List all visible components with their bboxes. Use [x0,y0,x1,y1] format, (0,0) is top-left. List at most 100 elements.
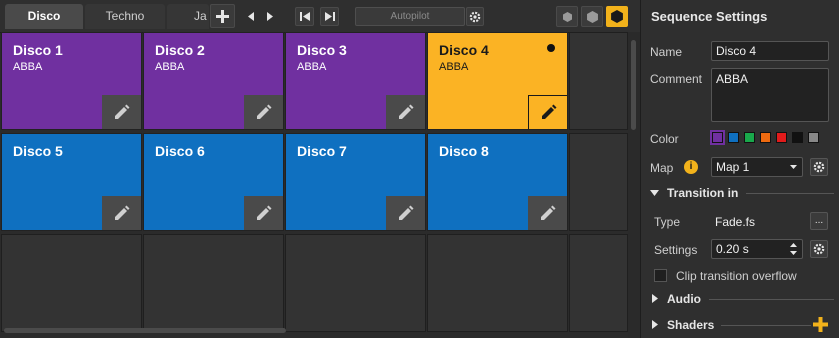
edit-sequence-button[interactable] [244,95,283,129]
color-swatch-orange[interactable] [760,132,771,143]
tab-disco[interactable]: Disco [5,4,83,29]
shaders-header[interactable]: Shaders [667,318,714,332]
sequence-grid: Disco 1 ABBA Disco 2 ABBA Disco 3 ABBA D… [1,32,628,336]
skip-back-icon [299,12,310,21]
section-divider [746,193,834,194]
comment-label: Comment [650,72,703,86]
type-value: Fade.fs [715,215,756,229]
sequence-tile[interactable]: Disco 7 [285,133,426,231]
color-swatch-gray[interactable] [808,132,819,143]
edit-sequence-button[interactable] [386,196,425,230]
hexagon-large-icon [611,10,623,23]
settings-duration-value: 0.20 s [716,242,749,256]
add-tab-button[interactable] [210,4,235,28]
tab-ja[interactable]: Ja [167,4,209,29]
sequence-settings-panel: Sequence Settings Name Disco 4 Comment A… [640,0,839,338]
empty-slot[interactable] [285,234,426,332]
color-swatch-black[interactable] [792,132,803,143]
color-label: Color [650,132,679,146]
tile-size-medium-button[interactable] [581,6,603,27]
spin-arrows-icon[interactable] [790,243,797,255]
sequence-title: Disco 5 [13,143,63,159]
sequence-subtitle: ABBA [13,61,43,73]
edit-sequence-button[interactable] [244,196,283,230]
sequence-title: Disco 1 [13,42,63,58]
browse-transition-button[interactable]: ... [810,212,828,230]
clip-overflow-label: Clip transition overflow [676,269,797,283]
empty-slot[interactable] [569,234,628,332]
add-shader-plus-icon[interactable] [813,317,828,332]
map-settings-button[interactable] [810,158,828,176]
tile-size-small-button[interactable] [556,6,578,27]
color-swatch-purple[interactable] [710,130,725,145]
empty-slot[interactable] [427,234,568,332]
vertical-scroll-thumb[interactable] [631,40,636,130]
previous-button[interactable] [295,7,314,26]
plus-icon [216,9,229,23]
sequence-title: Disco 8 [439,143,489,159]
gear-icon [469,11,481,22]
sequence-tile[interactable]: Disco 2 ABBA [143,32,284,130]
map-select[interactable]: Map 1 [711,157,803,177]
next-button[interactable] [320,7,339,26]
sequence-subtitle: ABBA [155,61,185,73]
autopilot-button[interactable]: Autopilot [355,7,465,26]
edit-sequence-button[interactable] [386,95,425,129]
chevron-down-icon [790,165,797,169]
autopilot-settings-button[interactable] [466,7,484,26]
comment-field[interactable]: ABBA [711,68,829,122]
tile-size-large-button[interactable] [606,6,628,27]
arrow-left-icon [248,11,254,21]
sequence-tile[interactable]: Disco 6 [143,133,284,231]
empty-slot[interactable] [569,32,628,130]
scroll-left-button[interactable] [245,9,257,23]
sequence-tile-selected[interactable]: Disco 4 ABBA [427,32,568,130]
pencil-icon [257,205,272,220]
sequence-title: Disco 2 [155,42,205,58]
section-divider [709,299,834,300]
sequence-tile[interactable]: Disco 8 [427,133,568,231]
edit-sequence-button[interactable] [528,196,567,230]
expand-arrow-icon[interactable] [652,320,658,329]
pencil-icon [399,104,414,119]
edit-sequence-button[interactable] [102,95,141,129]
top-toolbar: Disco Techno Ja Autopilot [0,0,640,33]
audio-header[interactable]: Audio [667,292,701,306]
tab-techno[interactable]: Techno [85,4,165,29]
sequence-title: Disco 3 [297,42,347,58]
collapse-arrow-icon[interactable] [650,190,659,196]
name-label: Name [650,45,683,59]
settings-duration-spinbox[interactable]: 0.20 s [711,239,803,259]
scroll-right-button[interactable] [264,9,276,23]
transition-settings-button[interactable] [810,240,828,258]
sequence-subtitle: ABBA [297,61,327,73]
name-field[interactable]: Disco 4 [711,41,829,61]
gear-icon [813,161,825,173]
pencil-icon [115,104,130,119]
hexagon-medium-icon [586,10,598,23]
sequence-tile[interactable]: Disco 5 [1,133,142,231]
empty-slot[interactable] [569,133,628,231]
vertical-scrollbar[interactable] [628,32,640,338]
empty-slot[interactable] [1,234,142,332]
edit-sequence-button[interactable] [528,95,567,129]
pencil-icon [399,205,414,220]
info-icon[interactable]: i [684,160,698,174]
sequence-tile[interactable]: Disco 1 ABBA [1,32,142,130]
empty-slot[interactable] [143,234,284,332]
horizontal-scroll-thumb[interactable] [4,328,286,333]
sequence-subtitle: ABBA [439,61,469,73]
pencil-icon [541,104,556,119]
arrow-right-icon [267,11,273,21]
color-swatch-green[interactable] [744,132,755,143]
transition-in-header[interactable]: Transition in [667,186,738,200]
type-label: Type [654,215,681,229]
sequence-title: Disco 7 [297,143,347,159]
sequence-tile[interactable]: Disco 3 ABBA [285,32,426,130]
color-swatch-red[interactable] [776,132,787,143]
active-indicator-dot [547,44,555,52]
expand-arrow-icon[interactable] [652,294,658,303]
color-swatch-blue[interactable] [728,132,739,143]
clip-overflow-checkbox[interactable] [654,269,667,282]
edit-sequence-button[interactable] [102,196,141,230]
